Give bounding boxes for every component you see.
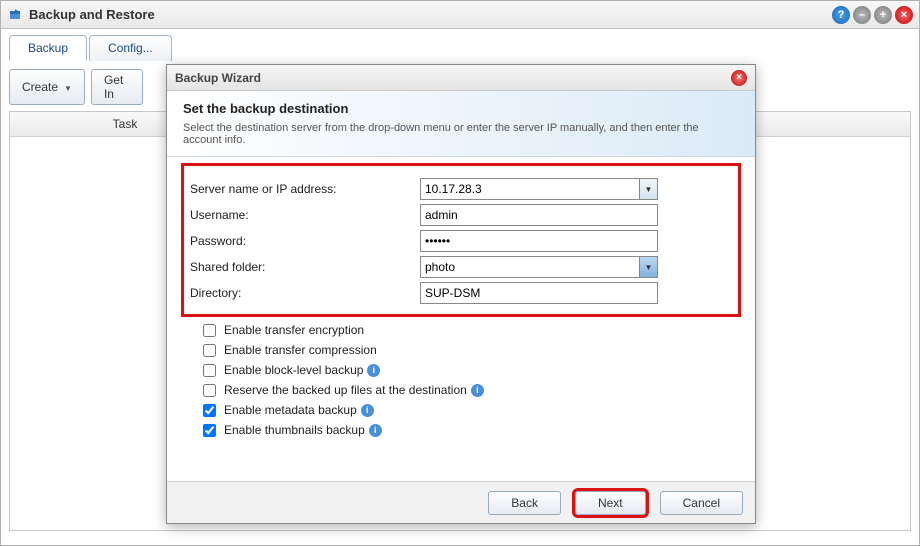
window-title: Backup and Restore xyxy=(29,7,832,22)
wizard-heading: Set the backup destination xyxy=(183,101,739,116)
shared-folder-combo[interactable]: ▼ xyxy=(420,256,658,278)
shared-folder-input[interactable] xyxy=(420,256,658,278)
block-checkbox[interactable] xyxy=(203,364,216,377)
tab-backup[interactable]: Backup xyxy=(9,35,87,61)
next-button[interactable]: Next xyxy=(575,491,646,515)
check-reserve: Reserve the backed up files at the desti… xyxy=(203,383,741,397)
reserve-label: Reserve the backed up files at the desti… xyxy=(224,383,467,397)
close-icon[interactable]: × xyxy=(895,6,913,24)
info-icon[interactable]: i xyxy=(367,364,380,377)
row-username: Username: xyxy=(190,204,732,226)
encryption-label: Enable transfer encryption xyxy=(224,323,364,337)
password-label: Password: xyxy=(190,234,420,248)
dialog-titlebar: Backup Wizard × xyxy=(167,65,755,91)
compression-label: Enable transfer compression xyxy=(224,343,377,357)
block-label: Enable block-level backup xyxy=(224,363,363,377)
window-controls: ? – + × xyxy=(832,6,913,24)
highlighted-fields: Server name or IP address: ▼ Username: xyxy=(181,163,741,317)
check-block: Enable block-level backup i xyxy=(203,363,741,377)
titlebar: Backup and Restore ? – + × xyxy=(1,1,919,29)
cancel-button[interactable]: Cancel xyxy=(660,491,743,515)
check-metadata: Enable metadata backup i xyxy=(203,403,741,417)
row-shared-folder: Shared folder: ▼ xyxy=(190,256,732,278)
row-password: Password: xyxy=(190,230,732,252)
compression-checkbox[interactable] xyxy=(203,344,216,357)
tab-config[interactable]: Config... xyxy=(89,35,172,61)
check-thumbnails: Enable thumbnails backup i xyxy=(203,423,741,437)
main-window: Backup and Restore ? – + × Backup Config… xyxy=(0,0,920,546)
reserve-checkbox[interactable] xyxy=(203,384,216,397)
check-compression: Enable transfer compression xyxy=(203,343,741,357)
server-label: Server name or IP address: xyxy=(190,182,420,196)
dialog-title: Backup Wizard xyxy=(175,71,731,85)
backup-wizard-dialog: Backup Wizard × Set the backup destinati… xyxy=(166,64,756,524)
thumbnails-checkbox[interactable] xyxy=(203,424,216,437)
metadata-label: Enable metadata backup xyxy=(224,403,357,417)
dialog-footer: Back Next Cancel xyxy=(167,481,755,523)
row-server: Server name or IP address: ▼ xyxy=(190,178,732,200)
help-icon[interactable]: ? xyxy=(832,6,850,24)
server-input[interactable] xyxy=(420,178,658,200)
metadata-checkbox[interactable] xyxy=(203,404,216,417)
thumbnails-label: Enable thumbnails backup xyxy=(224,423,365,437)
password-input[interactable] xyxy=(420,230,658,252)
dialog-close-icon[interactable]: × xyxy=(731,70,747,86)
get-info-button[interactable]: Get In xyxy=(91,69,143,105)
username-label: Username: xyxy=(190,208,420,222)
username-input[interactable] xyxy=(420,204,658,226)
chevron-down-icon[interactable]: ▼ xyxy=(639,257,657,277)
content-area: Backup Config... Create Get In Task Back… xyxy=(1,29,919,531)
directory-input[interactable] xyxy=(420,282,658,304)
server-combo[interactable]: ▼ xyxy=(420,178,658,200)
row-directory: Directory: xyxy=(190,282,732,304)
app-icon xyxy=(7,7,23,23)
info-icon[interactable]: i xyxy=(369,424,382,437)
wizard-body: Server name or IP address: ▼ Username: xyxy=(167,157,755,481)
info-icon[interactable]: i xyxy=(471,384,484,397)
directory-label: Directory: xyxy=(190,286,420,300)
tabs: Backup Config... xyxy=(9,35,911,61)
encryption-checkbox[interactable] xyxy=(203,324,216,337)
shared-folder-label: Shared folder: xyxy=(190,260,420,274)
maximize-icon[interactable]: + xyxy=(874,6,892,24)
create-button[interactable]: Create xyxy=(9,69,85,105)
chevron-down-icon[interactable]: ▼ xyxy=(639,179,657,199)
minimize-icon[interactable]: – xyxy=(853,6,871,24)
wizard-description: Select the destination server from the d… xyxy=(183,122,739,146)
tab-config-label: Config xyxy=(108,41,143,55)
check-encryption: Enable transfer encryption xyxy=(203,323,741,337)
info-icon[interactable]: i xyxy=(361,404,374,417)
back-button[interactable]: Back xyxy=(488,491,561,515)
wizard-header: Set the backup destination Select the de… xyxy=(167,91,755,157)
